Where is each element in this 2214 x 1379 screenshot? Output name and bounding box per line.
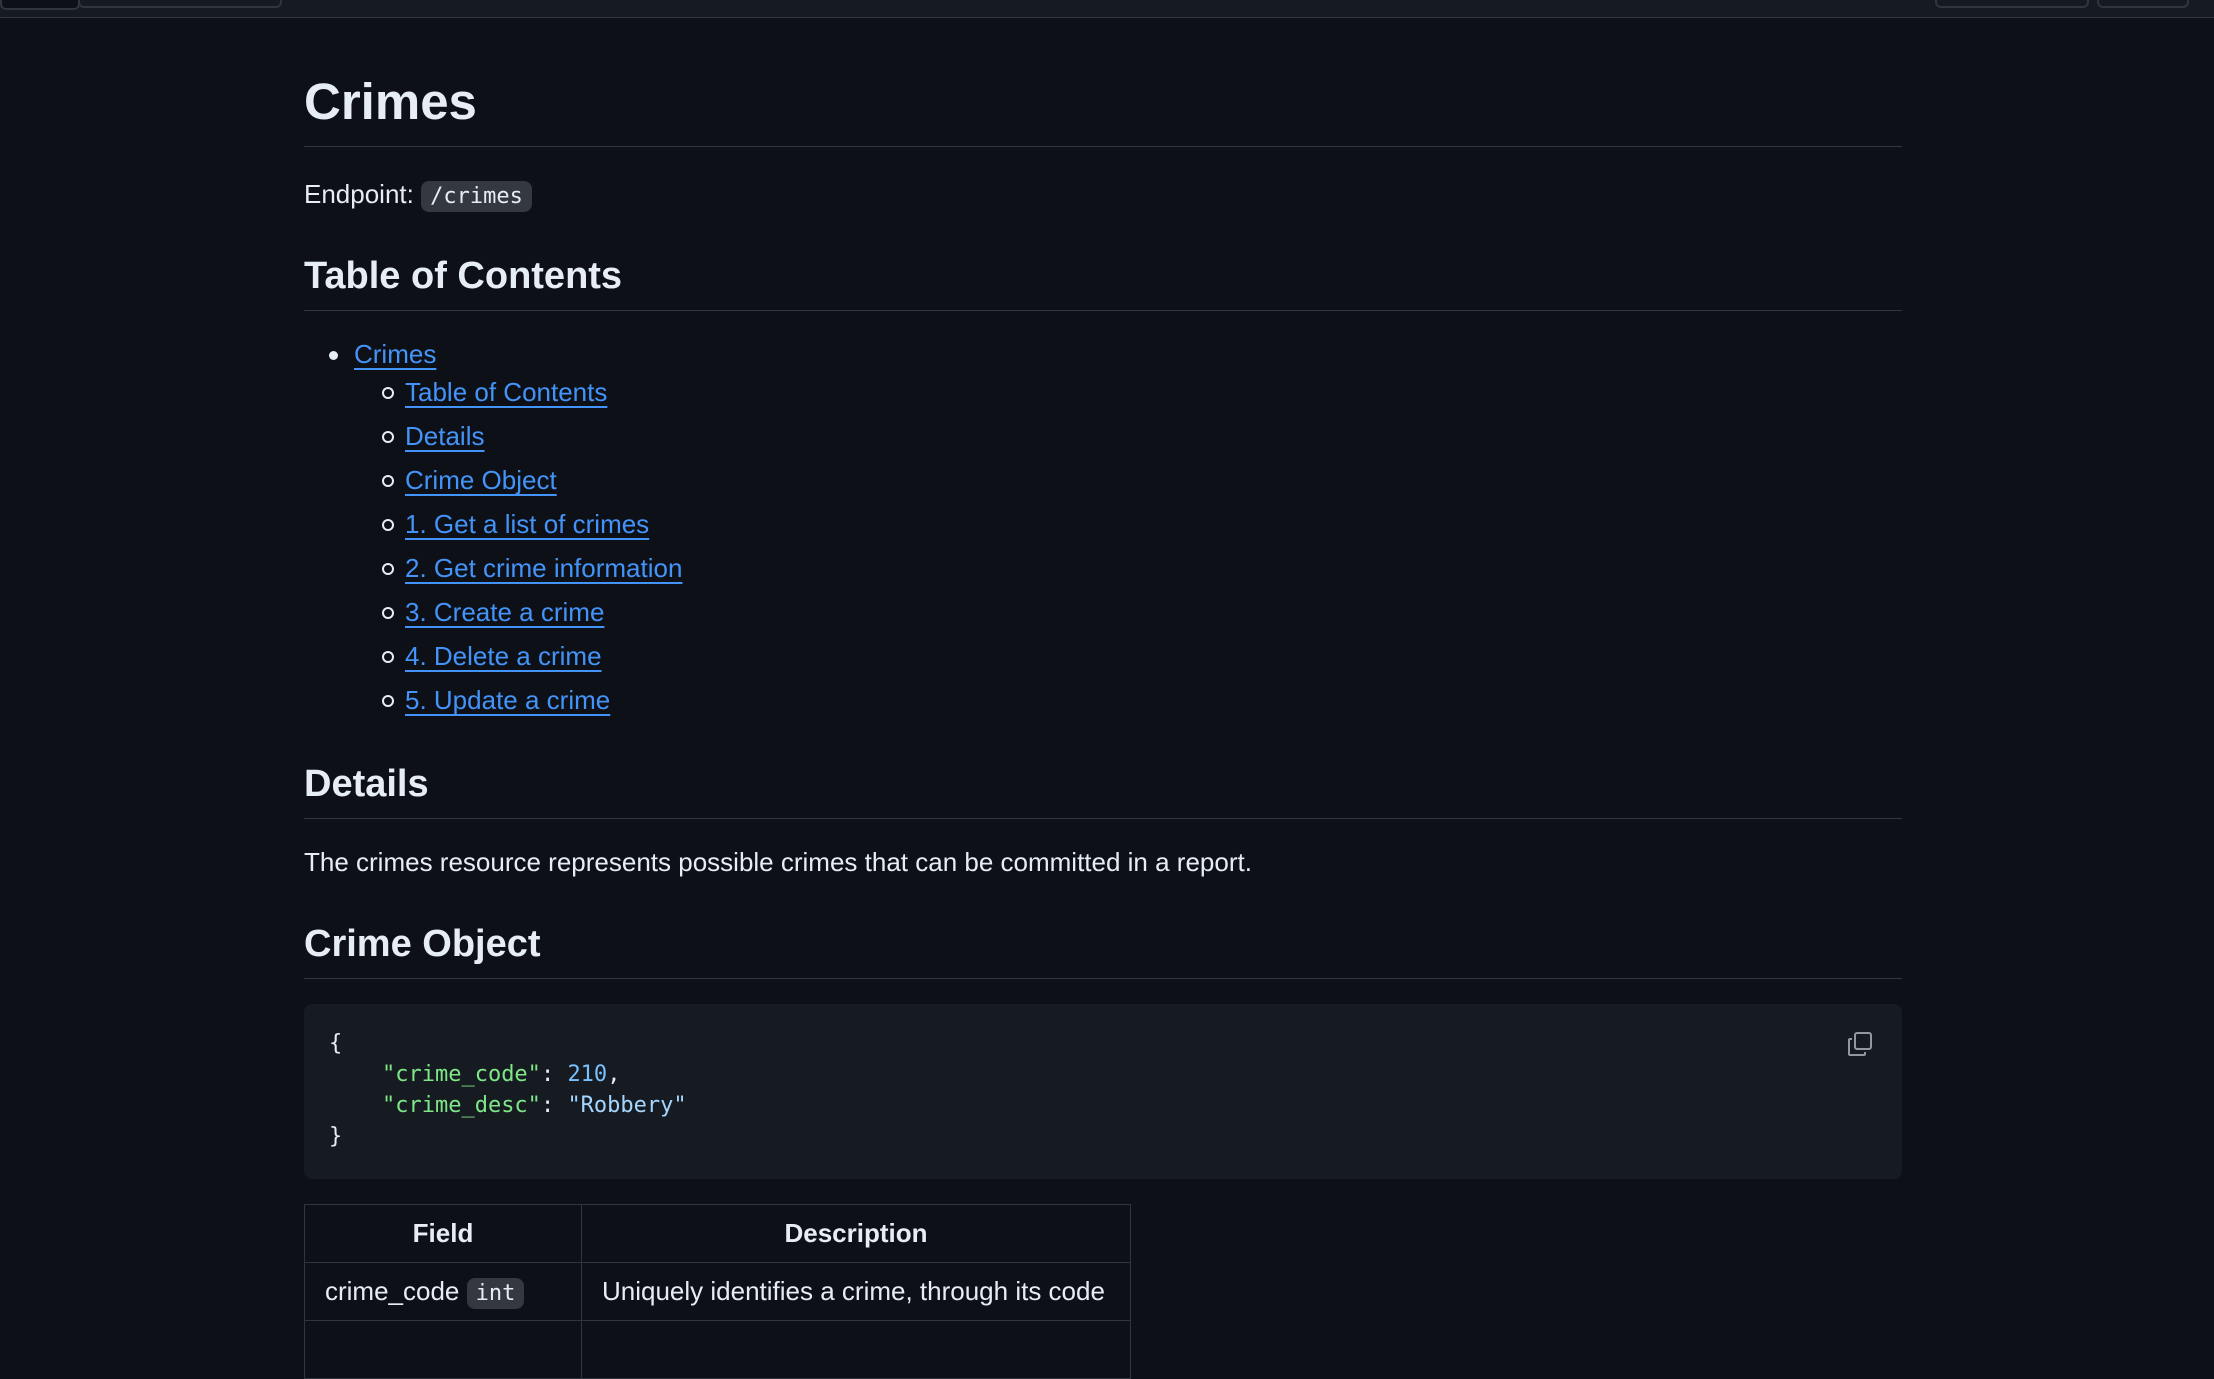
table-header-description: Description <box>581 1204 1131 1263</box>
table-cell-description <box>581 1320 1131 1379</box>
toc-subitem: Table of Contents <box>382 372 607 417</box>
toc-subitem: 5. Update a crime <box>382 680 610 725</box>
toc-link-get-list[interactable]: 1. Get a list of crimes <box>405 509 649 539</box>
field-name: crime_code <box>325 1276 460 1306</box>
toc-link-crimes[interactable]: Crimes <box>354 339 436 369</box>
circle-bullet-icon <box>382 695 394 707</box>
toc-link-table-of-contents[interactable]: Table of Contents <box>405 377 607 407</box>
top-toolbar <box>0 0 2214 18</box>
circle-bullet-icon <box>382 431 394 443</box>
toolbar-button[interactable] <box>1935 0 2089 8</box>
circle-bullet-icon <box>382 651 394 663</box>
toc-link-create[interactable]: 3. Create a crime <box>405 597 604 627</box>
table-cell-field <box>304 1320 582 1379</box>
bullet-icon <box>329 351 338 360</box>
toc-heading: Table of Contents <box>304 252 1902 311</box>
circle-bullet-icon <box>382 475 394 487</box>
toolbar-tab-active[interactable] <box>0 0 80 10</box>
table-header-field: Field <box>304 1204 582 1263</box>
table-cell-field: crime_code int <box>304 1262 582 1321</box>
details-heading: Details <box>304 760 1902 819</box>
toc-link-get-info[interactable]: 2. Get crime information <box>405 553 682 583</box>
circle-bullet-icon <box>382 387 394 399</box>
endpoint-line: Endpoint: /crimes <box>304 176 532 215</box>
endpoint-label: Endpoint: <box>304 179 414 209</box>
endpoint-code: /crimes <box>421 181 532 212</box>
crime-object-heading: Crime Object <box>304 920 1902 979</box>
code-block: { "crime_code": 210, "crime_desc": "Robb… <box>304 1004 1902 1179</box>
field-type: int <box>466 1278 525 1309</box>
table-cell-description: Uniquely identifies a crime, through its… <box>581 1262 1131 1321</box>
toc-subitem: 1. Get a list of crimes <box>382 504 649 549</box>
table-row <box>304 1320 1131 1379</box>
code-brace: { <box>329 1031 343 1056</box>
details-text: The crimes resource represents possible … <box>304 847 1252 877</box>
code-string: "Robbery" <box>567 1093 687 1118</box>
code-key: "crime_code" <box>381 1062 541 1087</box>
toc-subitem: Details <box>382 416 484 461</box>
code-brace: } <box>329 1124 343 1149</box>
toolbar-button[interactable] <box>2097 0 2189 8</box>
toc-link-details[interactable]: Details <box>405 421 484 451</box>
table-row: crime_code int Uniquely identifies a cri… <box>304 1262 1131 1321</box>
toolbar-tab[interactable] <box>78 0 282 8</box>
copy-button[interactable] <box>1840 1024 1880 1064</box>
toc-subitem: 3. Create a crime <box>382 592 604 637</box>
code-key: "crime_desc" <box>381 1093 541 1118</box>
circle-bullet-icon <box>382 607 394 619</box>
table-header-row: Field Description <box>304 1204 1131 1263</box>
toc-link-crime-object[interactable]: Crime Object <box>405 465 557 495</box>
copy-icon <box>1848 1032 1872 1056</box>
toc-subitem: 4. Delete a crime <box>382 636 602 681</box>
toc-subitem: Crime Object <box>382 460 557 505</box>
toc-link-delete[interactable]: 4. Delete a crime <box>405 641 602 671</box>
page-title: Crimes <box>304 70 1902 147</box>
code-content: { "crime_code": 210, "crime_desc": "Robb… <box>329 1031 687 1149</box>
fields-table: Field Description crime_code int Uniquel… <box>304 1204 1131 1379</box>
circle-bullet-icon <box>382 563 394 575</box>
circle-bullet-icon <box>382 519 394 531</box>
toc-subitem: 2. Get crime information <box>382 548 682 593</box>
code-number: 210 <box>567 1062 608 1087</box>
toc-link-update[interactable]: 5. Update a crime <box>405 685 610 715</box>
